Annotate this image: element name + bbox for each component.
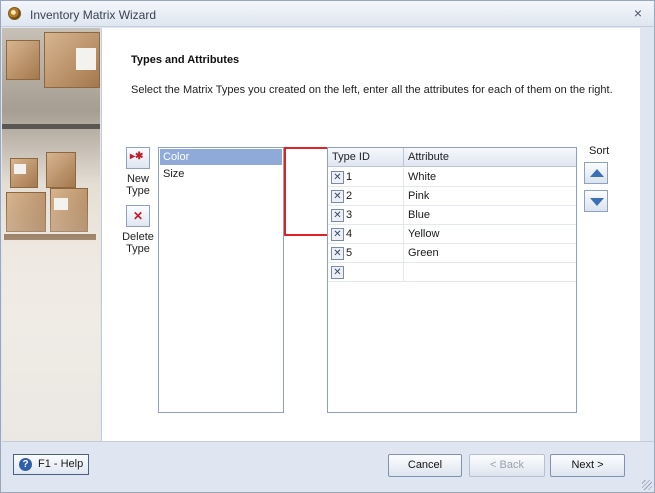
resize-grip-icon[interactable] xyxy=(642,480,652,490)
delete-row-icon[interactable]: ✕ xyxy=(331,209,344,222)
page-title: Types and Attributes xyxy=(131,54,240,66)
delete-type-icon: ✕ xyxy=(133,209,144,223)
new-type-label: New Type xyxy=(118,173,158,197)
column-header-attribute[interactable]: Attribute xyxy=(404,148,576,167)
list-item-color[interactable]: Color xyxy=(160,149,282,165)
triangle-up-icon xyxy=(590,169,604,177)
cell-type-id[interactable]: ✕ 1 xyxy=(328,168,404,187)
type-id-value: 4 xyxy=(346,228,353,240)
column-header-type-id[interactable]: Type ID xyxy=(328,148,404,167)
close-icon[interactable]: × xyxy=(631,5,645,21)
cell-type-id[interactable]: ✕ 5 xyxy=(328,244,404,263)
matrix-types-list[interactable]: Color Size xyxy=(158,147,284,413)
table-row[interactable]: ✕ 5 Green xyxy=(328,244,576,263)
attribute-value[interactable]: Pink xyxy=(408,187,429,206)
table-row[interactable]: ✕ 3 Blue xyxy=(328,206,576,225)
image-fade xyxy=(2,28,100,441)
new-type-button[interactable]: ▸✱ xyxy=(126,147,150,169)
table-row[interactable]: ✕ 1 White xyxy=(328,168,576,187)
list-item-size[interactable]: Size xyxy=(160,166,282,182)
warehouse-image xyxy=(2,28,100,441)
help-button[interactable]: ? F1 - Help xyxy=(13,454,89,475)
delete-row-icon[interactable]: ✕ xyxy=(331,190,344,203)
type-id-value: 3 xyxy=(346,209,353,221)
delete-type-label: Delete Type xyxy=(118,231,158,255)
grid-header: Type ID Attribute xyxy=(328,148,576,167)
table-row-new[interactable]: ✕ xyxy=(328,263,576,282)
sort-up-button[interactable] xyxy=(584,162,608,184)
next-button[interactable]: Next > xyxy=(550,454,625,477)
help-icon: ? xyxy=(19,458,32,471)
cell-type-id[interactable]: ✕ 2 xyxy=(328,187,404,206)
highlight-annotation xyxy=(284,147,329,236)
help-label: F1 - Help xyxy=(38,458,84,470)
app-icon xyxy=(8,7,21,20)
type-id-value: 1 xyxy=(346,171,353,183)
title-bar: Inventory Matrix Wizard × xyxy=(1,1,654,27)
sort-label: Sort xyxy=(589,145,610,157)
footer-bar: ? F1 - Help Cancel < Back Next > xyxy=(2,441,654,492)
new-type-label-line1: New xyxy=(126,173,149,185)
new-type-label-line2: Type xyxy=(126,185,150,197)
attribute-value[interactable]: White xyxy=(408,168,436,187)
back-button[interactable]: < Back xyxy=(469,454,545,477)
table-row[interactable]: ✕ 4 Yellow xyxy=(328,225,576,244)
cell-type-id[interactable]: ✕ 4 xyxy=(328,225,404,244)
wizard-window: Inventory Matrix Wizard × Types and Attr… xyxy=(0,0,655,493)
triangle-down-icon xyxy=(590,198,604,206)
delete-row-icon[interactable]: ✕ xyxy=(331,171,344,184)
type-id-value: 5 xyxy=(346,247,353,259)
window-title: Inventory Matrix Wizard xyxy=(30,8,157,22)
sort-down-button[interactable] xyxy=(584,190,608,212)
attributes-grid[interactable]: Type ID Attribute ✕ 1 White ✕ 2 Pink ✕ 3… xyxy=(327,147,577,413)
attribute-value[interactable]: Blue xyxy=(408,206,430,225)
attribute-value[interactable]: Yellow xyxy=(408,225,439,244)
type-id-value: 2 xyxy=(346,190,353,202)
cell-type-id[interactable]: ✕ xyxy=(328,263,404,282)
delete-row-icon[interactable]: ✕ xyxy=(331,266,344,279)
delete-type-label-line1: Delete xyxy=(122,231,154,243)
delete-type-button[interactable]: ✕ xyxy=(126,205,150,227)
new-type-icon: ▸✱ xyxy=(130,151,144,162)
page-instructions: Select the Matrix Types you created on t… xyxy=(131,84,613,96)
delete-type-label-line2: Type xyxy=(126,243,150,255)
cancel-button[interactable]: Cancel xyxy=(388,454,462,477)
cell-type-id[interactable]: ✕ 3 xyxy=(328,206,404,225)
attribute-value[interactable]: Green xyxy=(408,244,439,263)
delete-row-icon[interactable]: ✕ xyxy=(331,228,344,241)
table-row[interactable]: ✕ 2 Pink xyxy=(328,187,576,206)
delete-row-icon[interactable]: ✕ xyxy=(331,247,344,260)
